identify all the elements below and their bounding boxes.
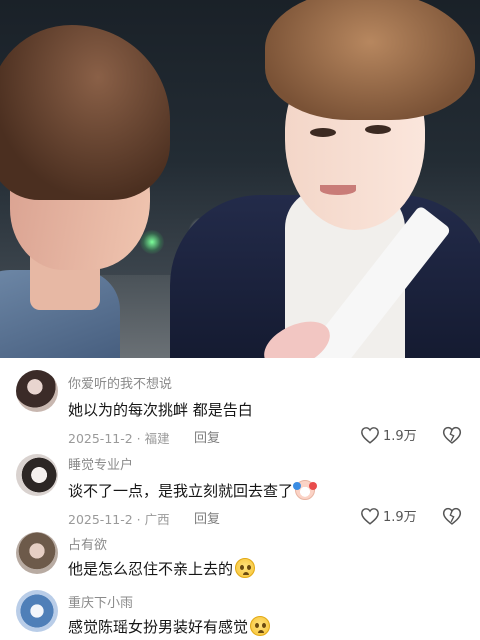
right-person-mouth: [320, 185, 356, 195]
video-bg-light: [140, 230, 164, 254]
like-button[interactable]: 1.9万: [360, 506, 417, 525]
right-person-hair: [265, 0, 475, 120]
comment-username[interactable]: 你爱听的我不想说: [68, 373, 172, 392]
like-count: 1.9万: [383, 510, 417, 525]
heart-icon: [361, 426, 379, 444]
pleading-face-emoji: [250, 616, 271, 636]
right-person-eye: [365, 125, 391, 134]
heart-icon: [361, 507, 379, 525]
comment-username[interactable]: 重庆下小雨: [68, 592, 133, 611]
avatar[interactable]: [16, 370, 58, 412]
comment-meta: 2025-11-2 · 广西: [68, 512, 170, 527]
comment-username[interactable]: 睡觉专业户: [68, 454, 133, 473]
left-person-hair: [0, 25, 170, 200]
comment-meta: 2025-11-2 · 福建: [68, 431, 170, 446]
comment-text[interactable]: 感觉陈瑶女扮男装好有感觉: [68, 616, 271, 637]
comment-list: 你爱听的我不想说 她以为的每次挑衅 都是告白 2025-11-2 · 福建 回复…: [0, 358, 480, 640]
pleading-face-emoji: [235, 558, 256, 578]
dislike-icon[interactable]: [442, 506, 462, 526]
like-button[interactable]: 1.9万: [360, 425, 417, 444]
reply-button[interactable]: 回复: [194, 427, 220, 446]
comment-text[interactable]: 他是怎么忍住不亲上去的: [68, 558, 256, 579]
like-count: 1.9万: [383, 429, 417, 444]
reply-button[interactable]: 回复: [194, 508, 220, 527]
comment-text-content: 他是怎么忍住不亲上去的: [68, 560, 234, 578]
avatar[interactable]: [16, 532, 58, 574]
avatar[interactable]: [16, 454, 58, 496]
clown-face-emoji: [293, 480, 318, 500]
comment-text[interactable]: 谈不了一点，是我立刻就回去查了: [68, 480, 318, 501]
comment-text-content: 谈不了一点，是我立刻就回去查了: [68, 482, 294, 500]
right-person-eye: [310, 128, 336, 137]
dislike-icon[interactable]: [442, 425, 462, 445]
comment-text-content: 感觉陈瑶女扮男装好有感觉: [68, 618, 249, 636]
comment-username[interactable]: 占有欲: [68, 534, 107, 553]
video-frame[interactable]: [0, 0, 480, 358]
comment-text[interactable]: 她以为的每次挑衅 都是告白: [68, 399, 253, 420]
avatar[interactable]: [16, 590, 58, 632]
